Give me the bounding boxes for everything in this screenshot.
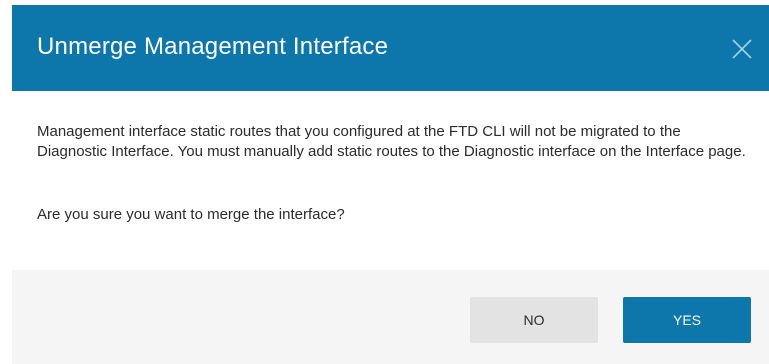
- unmerge-dialog: Unmerge Management Interface Management …: [0, 0, 769, 364]
- close-icon: [732, 39, 752, 59]
- dialog-header: Unmerge Management Interface: [12, 5, 769, 91]
- dialog-question: Are you sure you want to merge the inter…: [37, 206, 345, 223]
- dialog-body: Management interface static routes that …: [12, 91, 769, 270]
- dialog-title: Unmerge Management Interface: [37, 33, 389, 60]
- close-button[interactable]: [731, 38, 753, 60]
- dialog-message: Management interface static routes that …: [37, 123, 746, 160]
- no-button[interactable]: NO: [470, 297, 598, 343]
- dialog-footer: NO YES: [12, 270, 769, 364]
- yes-button[interactable]: YES: [623, 297, 751, 343]
